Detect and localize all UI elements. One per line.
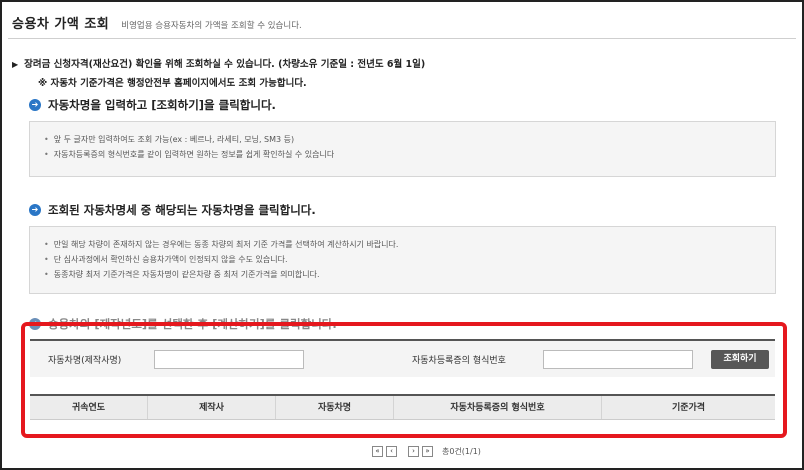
pagination: « ‹ › » 총0건(1/1) [372,446,481,457]
tip-item: 단 심사과정에서 확인하신 승용차가액이 인정되지 않을 수도 있습니다. [44,252,761,267]
notice-eligibility-text: 장려금 신청자격(재산요건) 확인을 위해 조회하실 수 있습니다. (차량소유… [24,59,426,70]
page-subtitle: 비영업용 승용자동차의 가액을 조회할 수 있습니다. [121,21,302,31]
header-divider [8,38,796,39]
page-info: 총0건(1/1) [442,447,481,456]
tip-item: 만일 해당 차량이 존재하지 않는 경우에는 동종 차량의 최저 기준 가격를 … [44,237,761,252]
highlight-box [21,322,787,438]
last-page-icon[interactable]: » [422,446,433,457]
tips-box-1: 앞 두 글자만 입력하여도 조회 가능(ex : 베르나, 라세티, 모닝, S… [29,121,776,177]
page-header: 승용차 가액 조회 비영업용 승용자동차의 가액을 조회할 수 있습니다. [12,13,302,32]
tips-box-2: 만일 해당 차량이 존재하지 않는 경우에는 동종 차량의 최저 기준 가격를 … [29,226,776,294]
arrow-circle-icon: ➔ [29,99,41,111]
first-page-icon[interactable]: « [372,446,383,457]
tip-item: 자동차등록증의 형식번호를 같이 입력하면 원하는 정보를 쉽게 확인하실 수 … [44,147,761,162]
tip-item: 앞 두 글자만 입력하여도 조회 가능(ex : 베르나, 라세티, 모닝, S… [44,132,761,147]
arrow-circle-icon: ➔ [29,204,41,216]
notice-eligibility: ▶ 장려금 신청자격(재산요건) 확인을 위해 조회하실 수 있습니다. (차량소… [12,56,425,70]
tip-item: 동종차량 최저 기준가격은 자동차명이 같은차량 중 최저 기준가격을 의미합니… [44,267,761,282]
play-arrow-icon: ▶ [12,60,19,69]
page-title: 승용차 가액 조회 [12,17,110,32]
next-page-icon[interactable]: › [408,446,419,457]
step-1-heading: ➔ 자동차명을 입력하고 [조회하기]을 클릭합니다. [29,97,276,113]
step-2-text: 조회된 자동차명세 중 해당되는 자동차명을 클릭합니다. [48,203,316,217]
notice-ministry: ※ 자동차 기준가격은 행정안전부 홈페이지에서도 조회 가능합니다. [38,78,307,89]
step-2-heading: ➔ 조회된 자동차명세 중 해당되는 자동차명을 클릭합니다. [29,202,316,218]
prev-page-icon[interactable]: ‹ [386,446,397,457]
step-1-text: 자동차명을 입력하고 [조회하기]을 클릭합니다. [48,98,276,112]
